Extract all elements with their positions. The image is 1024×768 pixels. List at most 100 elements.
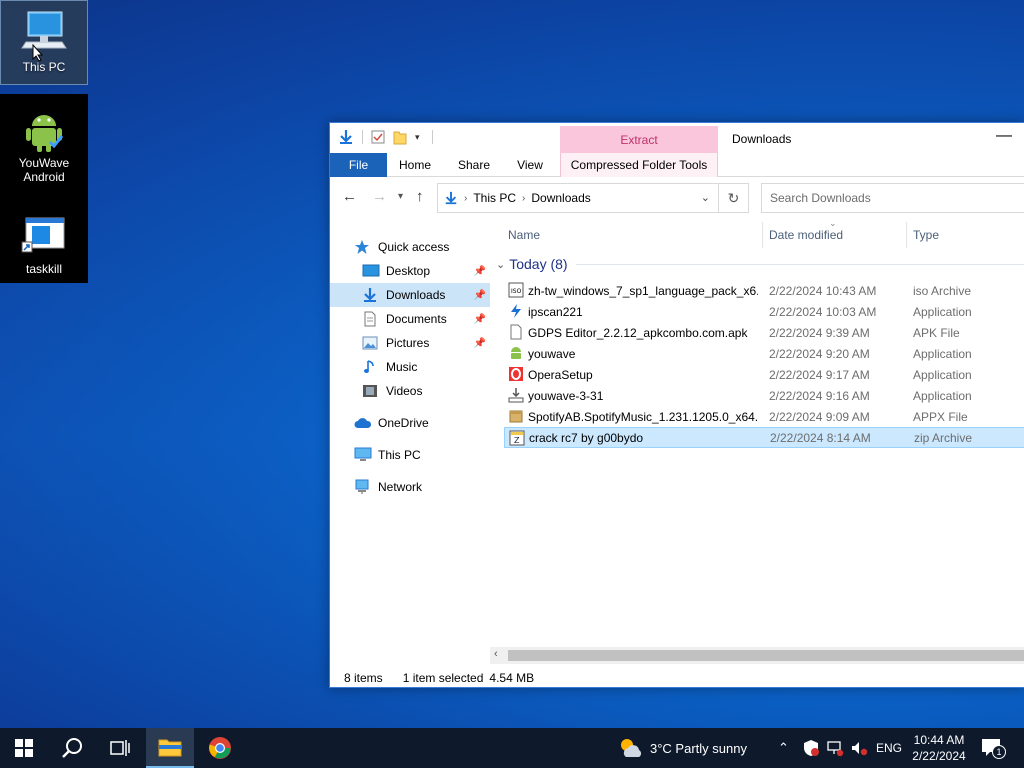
desktop-icon-this-pc[interactable]: This PC [0,0,88,85]
column-header-name[interactable]: Name [508,228,540,242]
group-header-today[interactable]: ⌄ Today (8) [496,256,1024,272]
scrollbar-thumb[interactable] [508,650,1024,661]
notifications-button[interactable]: 1 [980,728,1006,768]
search-button[interactable] [48,728,96,768]
nav-network[interactable]: Network [330,475,490,499]
shield-icon [804,740,819,756]
ipscan-icon [511,304,521,318]
music-icon [362,359,380,375]
breadcrumb-chevron-icon: › [464,192,468,204]
file-row[interactable]: ipscan221 2/22/2024 10:03 AM Application [504,301,1024,322]
scroll-left-icon[interactable]: ‹ [494,648,498,660]
recent-locations-icon[interactable]: ▾ [398,191,403,202]
android-icon [20,106,68,154]
address-box[interactable]: › This PC › Downloads ⌄ [437,183,719,213]
search-input[interactable]: Search Downloads [761,183,1024,213]
tab-home[interactable]: Home [390,153,440,177]
input-language[interactable]: ENG [876,728,902,768]
file-row[interactable]: ISO zh-tw_windows_7_sp1_language_pack_x6… [504,280,1024,301]
column-separator[interactable] [906,222,907,248]
nav-music[interactable]: Music [330,355,490,379]
taskbar: 3°C Partly sunny ⌃ ENG 10:44 AM 2/22/202… [0,728,1024,768]
chevron-up-icon: ⌃ [778,740,789,755]
nav-downloads[interactable]: Downloads 📌 [330,283,490,307]
security-tray-icon[interactable] [802,728,820,768]
file-row[interactable]: GDPS Editor_2.2.12_apkcombo.com.apk 2/22… [504,322,1024,343]
pin-icon[interactable]: 📌 [474,266,486,277]
refresh-icon: ↻ [727,189,740,206]
nav-desktop[interactable]: Desktop 📌 [330,259,490,283]
breadcrumb-this-pc[interactable]: This PC [473,191,516,205]
show-hidden-icons-button[interactable]: ⌃ [778,728,789,768]
customize-dropdown-icon[interactable]: ▾ [415,132,420,143]
search-icon [62,738,82,758]
network-tray-icon[interactable] [826,728,844,768]
file-type: APK File [913,325,960,340]
refresh-button[interactable]: ↻ [719,183,749,213]
file-row[interactable]: OperaSetup 2/22/2024 9:17 AM Application [504,364,1024,385]
file-date: 2/22/2024 9:20 AM [769,346,870,361]
weather-widget[interactable]: 3°C Partly sunny [618,728,747,768]
tab-file[interactable]: File [330,153,387,177]
minimize-button[interactable]: — [996,127,1012,145]
navigation-pane: Quick access Desktop 📌 Downloads 📌 Docum… [330,223,490,649]
nav-videos[interactable]: Videos [330,379,490,403]
file-explorer-icon [158,739,182,757]
start-button[interactable] [0,728,48,768]
pin-icon[interactable]: 📌 [474,290,486,301]
tab-view[interactable]: View [508,153,552,177]
desktop-icon-taskkill[interactable]: taskkill [0,206,88,276]
nav-onedrive[interactable]: OneDrive [330,411,490,435]
collapse-chevron-icon[interactable]: ⌄ [496,258,505,271]
breadcrumb-downloads[interactable]: Downloads [531,191,590,205]
horizontal-scrollbar[interactable]: ‹ [490,647,1024,664]
file-row[interactable]: youwave-3-31 2/22/2024 9:16 AM Applicati… [504,385,1024,406]
up-arrow-icon[interactable]: ↑ [416,188,424,205]
status-selected-size: 4.54 MB [489,671,535,685]
tab-share[interactable]: Share [450,153,498,177]
file-date: 2/22/2024 10:03 AM [769,304,877,319]
volume-tray-icon[interactable] [850,728,868,768]
nav-label: Downloads [386,288,446,302]
column-header-date-modified[interactable]: Date modified [769,228,843,242]
file-row[interactable]: SpotifyAB.SpotifyMusic_1.231.1205.0_x64.… [504,406,1024,427]
nav-pictures[interactable]: Pictures 📌 [330,331,490,355]
file-name: GDPS Editor_2.2.12_apkcombo.com.apk [528,325,748,340]
nav-quick-access[interactable]: Quick access [330,235,490,259]
task-view-button[interactable] [96,728,144,768]
window-title: Downloads [732,132,792,146]
column-header-type[interactable]: Type [913,228,939,242]
taskbar-chrome[interactable] [196,728,244,768]
nav-this-pc[interactable]: This PC [330,443,490,467]
download-arrow-icon [340,130,352,144]
file-date: 2/22/2024 9:39 AM [769,325,870,340]
address-dropdown-icon[interactable]: ⌄ [701,191,710,204]
clock-time: 10:44 AM [913,733,965,747]
status-item-count: 8 items [344,671,383,685]
file-date: 2/22/2024 10:43 AM [769,283,877,298]
nav-documents[interactable]: Documents 📌 [330,307,490,331]
file-name: SpotifyAB.SpotifyMusic_1.231.1205.0_x64.… [528,409,758,424]
tab-compressed-folder-tools[interactable]: Compressed Folder Tools [560,153,718,177]
new-folder-icon[interactable] [393,129,407,145]
installer-icon [508,388,524,403]
windows-logo-icon [15,739,33,757]
file-explorer-window: ▾ Extract Downloads — File Home Share Vi… [329,122,1024,688]
properties-icon[interactable] [371,130,385,144]
file-list-pane: Name Date modified ⌄ Type ⌄ Today (8) IS… [490,218,1024,658]
clock[interactable]: 10:44 AM 2/22/2024 [910,728,968,768]
pin-icon[interactable]: 📌 [474,314,486,325]
pin-icon[interactable]: 📌 [474,338,486,349]
column-separator[interactable] [762,222,763,248]
back-arrow-icon[interactable]: ← [342,188,357,205]
title-bar[interactable]: ▾ Extract Downloads — [330,123,1024,154]
videos-icon [362,383,380,399]
file-row-selected[interactable]: Z crack rc7 by g00bydo 2/22/2024 8:14 AM… [504,427,1024,448]
forward-arrow-icon[interactable]: → [372,188,387,205]
nav-label: Network [378,480,423,494]
taskbar-file-explorer[interactable] [146,728,194,768]
file-name: ipscan221 [528,304,583,319]
file-type: zip Archive [914,430,973,445]
file-row[interactable]: youwave 2/22/2024 9:20 AM Application [504,343,1024,364]
desktop-icon-youwave[interactable]: YouWave Android [0,100,88,190]
